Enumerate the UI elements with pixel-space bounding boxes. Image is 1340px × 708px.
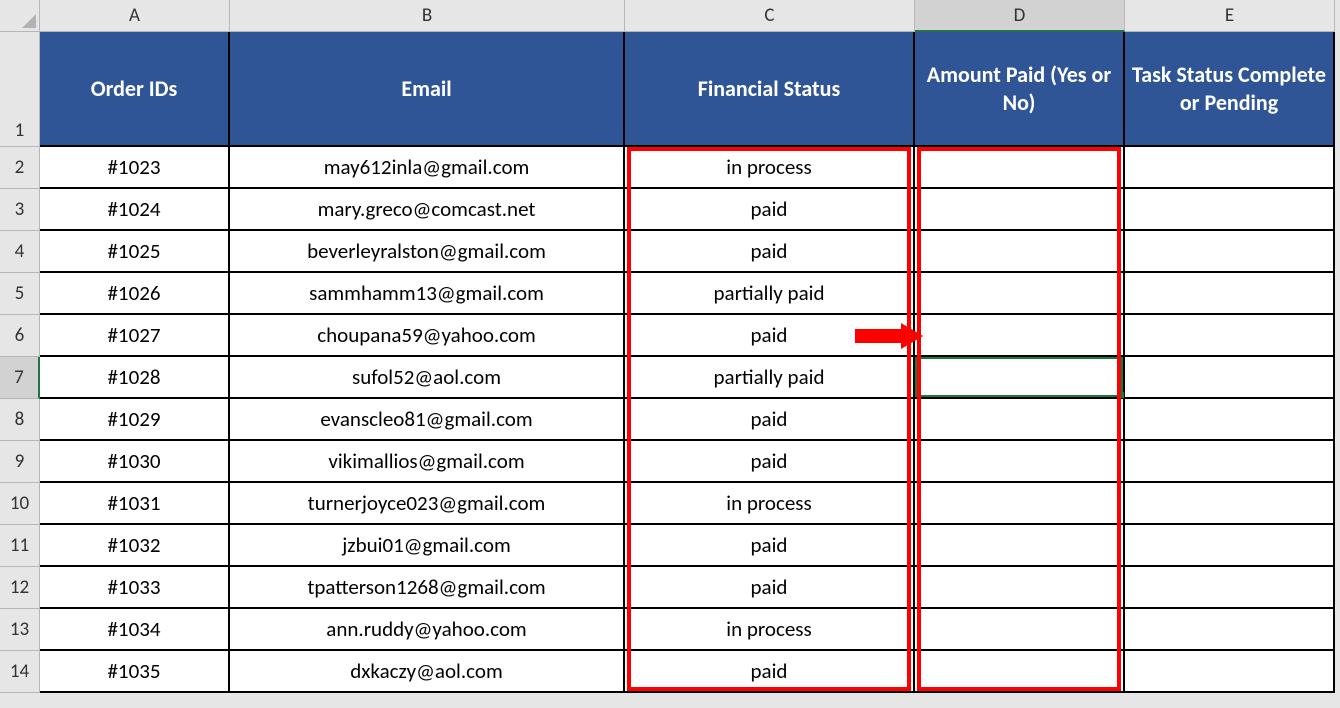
row-header-2[interactable]: 2 xyxy=(0,147,40,189)
row-header-7[interactable]: 7 xyxy=(0,357,40,399)
cell-A12[interactable]: #1033 xyxy=(40,567,230,609)
cell-A2[interactable]: #1023 xyxy=(40,147,230,189)
cell-B7[interactable]: sufol52@aol.com xyxy=(230,357,625,399)
header-email[interactable]: Email xyxy=(230,32,625,147)
cell-A3[interactable]: #1024 xyxy=(40,189,230,231)
cell-C10[interactable]: in process xyxy=(625,483,915,525)
cell-A6[interactable]: #1027 xyxy=(40,315,230,357)
cell-A5[interactable]: #1026 xyxy=(40,273,230,315)
cell-D5[interactable] xyxy=(915,273,1125,315)
cell-C5[interactable]: partially paid xyxy=(625,273,915,315)
cell-E2[interactable] xyxy=(1125,147,1335,189)
row-header-4[interactable]: 4 xyxy=(0,231,40,273)
cell-D7[interactable] xyxy=(915,357,1125,399)
cell-E13[interactable] xyxy=(1125,609,1335,651)
row-header-13[interactable]: 13 xyxy=(0,609,40,651)
cell-E9[interactable] xyxy=(1125,441,1335,483)
row-header-8[interactable]: 8 xyxy=(0,399,40,441)
cell-C13[interactable]: in process xyxy=(625,609,915,651)
cell-A14[interactable]: #1035 xyxy=(40,651,230,693)
cell-B2[interactable]: may612inla@gmail.com xyxy=(230,147,625,189)
cell-A11[interactable]: #1032 xyxy=(40,525,230,567)
header-amount-paid[interactable]: Amount Paid (Yes or No) xyxy=(915,32,1125,147)
row-header-10[interactable]: 10 xyxy=(0,483,40,525)
cell-A13[interactable]: #1034 xyxy=(40,609,230,651)
cell-B4[interactable]: beverleyralston@gmail.com xyxy=(230,231,625,273)
header-task-status[interactable]: Task Status Complete or Pending xyxy=(1125,32,1335,147)
column-header-strip: A B C D E xyxy=(0,0,1340,32)
cell-B8[interactable]: evanscleo81@gmail.com xyxy=(230,399,625,441)
cell-C6[interactable]: paid xyxy=(625,315,915,357)
cell-B12[interactable]: tpatterson1268@gmail.com xyxy=(230,567,625,609)
cell-A4[interactable]: #1025 xyxy=(40,231,230,273)
cell-E11[interactable] xyxy=(1125,525,1335,567)
cell-C3[interactable]: paid xyxy=(625,189,915,231)
row-header-1[interactable]: 1 xyxy=(0,32,40,147)
col-header-E[interactable]: E xyxy=(1125,0,1335,32)
cell-E4[interactable] xyxy=(1125,231,1335,273)
header-order-ids[interactable]: Order IDs xyxy=(40,32,230,147)
cell-C7[interactable]: partially paid xyxy=(625,357,915,399)
cell-D9[interactable] xyxy=(915,441,1125,483)
cell-D4[interactable] xyxy=(915,231,1125,273)
cell-C14[interactable]: paid xyxy=(625,651,915,693)
cell-E10[interactable] xyxy=(1125,483,1335,525)
cell-A9[interactable]: #1030 xyxy=(40,441,230,483)
col-header-A[interactable]: A xyxy=(40,0,230,32)
cell-C12[interactable]: paid xyxy=(625,567,915,609)
header-financial-status[interactable]: Financial Status xyxy=(625,32,915,147)
cell-E6[interactable] xyxy=(1125,315,1335,357)
cell-B14[interactable]: dxkaczy@aol.com xyxy=(230,651,625,693)
header-row: 1 Order IDs Email Financial Status Amoun… xyxy=(0,32,1340,147)
cell-C4[interactable]: paid xyxy=(625,231,915,273)
cell-C8[interactable]: paid xyxy=(625,399,915,441)
col-header-D[interactable]: D xyxy=(915,0,1125,32)
row-header-9[interactable]: 9 xyxy=(0,441,40,483)
cell-D14[interactable] xyxy=(915,651,1125,693)
row-header-12[interactable]: 12 xyxy=(0,567,40,609)
cell-C11[interactable]: paid xyxy=(625,525,915,567)
row-header-11[interactable]: 11 xyxy=(0,525,40,567)
cell-B9[interactable]: vikimallios@gmail.com xyxy=(230,441,625,483)
cell-D8[interactable] xyxy=(915,399,1125,441)
cell-D6[interactable] xyxy=(915,315,1125,357)
cell-E8[interactable] xyxy=(1125,399,1335,441)
cell-E5[interactable] xyxy=(1125,273,1335,315)
cell-C2[interactable]: in process xyxy=(625,147,915,189)
cell-E12[interactable] xyxy=(1125,567,1335,609)
cell-D11[interactable] xyxy=(915,525,1125,567)
data-rows: 2#1023may612inla@gmail.comin process3#10… xyxy=(0,147,1340,693)
cell-B11[interactable]: jzbui01@gmail.com xyxy=(230,525,625,567)
cell-D13[interactable] xyxy=(915,609,1125,651)
row-header-5[interactable]: 5 xyxy=(0,273,40,315)
row-header-3[interactable]: 3 xyxy=(0,189,40,231)
cell-B10[interactable]: turnerjoyce023@gmail.com xyxy=(230,483,625,525)
cell-E14[interactable] xyxy=(1125,651,1335,693)
row-header-14[interactable]: 14 xyxy=(0,651,40,693)
cell-B13[interactable]: ann.ruddy@yahoo.com xyxy=(230,609,625,651)
cell-E3[interactable] xyxy=(1125,189,1335,231)
col-header-C[interactable]: C xyxy=(625,0,915,32)
cell-B5[interactable]: sammhamm13@gmail.com xyxy=(230,273,625,315)
cell-B3[interactable]: mary.greco@comcast.net xyxy=(230,189,625,231)
cell-A7[interactable]: #1028 xyxy=(40,357,230,399)
select-all-corner[interactable] xyxy=(0,0,40,32)
cell-D12[interactable] xyxy=(915,567,1125,609)
cell-D3[interactable] xyxy=(915,189,1125,231)
cell-A8[interactable]: #1029 xyxy=(40,399,230,441)
spreadsheet: A B C D E 1 Order IDs Email Financial St… xyxy=(0,0,1340,693)
cell-D2[interactable] xyxy=(915,147,1125,189)
col-header-B[interactable]: B xyxy=(230,0,625,32)
cell-C9[interactable]: paid xyxy=(625,441,915,483)
cell-B6[interactable]: choupana59@yahoo.com xyxy=(230,315,625,357)
cell-A10[interactable]: #1031 xyxy=(40,483,230,525)
row-header-6[interactable]: 6 xyxy=(0,315,40,357)
cell-E7[interactable] xyxy=(1125,357,1335,399)
cell-D10[interactable] xyxy=(915,483,1125,525)
